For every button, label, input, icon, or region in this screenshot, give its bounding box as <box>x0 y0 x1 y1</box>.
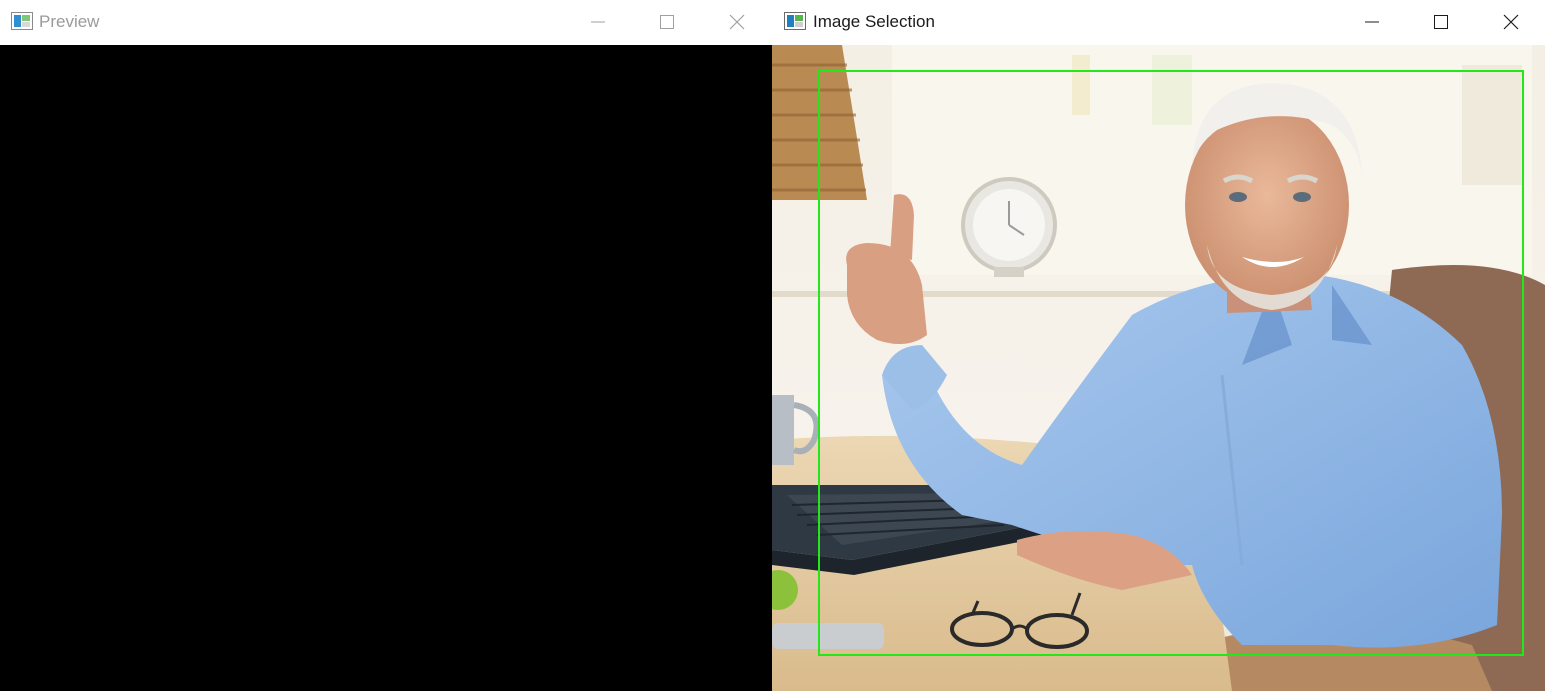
image-selection-window: Image Selection <box>772 0 1545 691</box>
minimize-icon <box>1365 21 1379 23</box>
minimize-button[interactable] <box>575 0 621 45</box>
window-title: Preview <box>39 12 100 31</box>
minimize-icon <box>591 21 605 23</box>
image-selection-titlebar[interactable]: Image Selection <box>772 0 1545 45</box>
opencv-window-icon <box>784 12 806 30</box>
window-title: Image Selection <box>813 12 935 31</box>
maximize-icon <box>1434 15 1448 29</box>
image-canvas[interactable] <box>772 45 1545 691</box>
maximize-icon <box>660 15 674 29</box>
preview-titlebar[interactable]: Preview <box>0 0 772 45</box>
maximize-button[interactable] <box>1418 0 1464 45</box>
close-button[interactable] <box>714 0 760 45</box>
preview-canvas[interactable] <box>0 45 772 691</box>
close-icon <box>1503 14 1519 30</box>
close-button[interactable] <box>1488 0 1534 45</box>
minimize-button[interactable] <box>1349 0 1395 45</box>
maximize-button[interactable] <box>644 0 690 45</box>
selection-rectangle[interactable] <box>818 70 1524 656</box>
close-icon <box>729 14 745 30</box>
preview-window: Preview <box>0 0 772 691</box>
opencv-window-icon <box>11 12 33 30</box>
